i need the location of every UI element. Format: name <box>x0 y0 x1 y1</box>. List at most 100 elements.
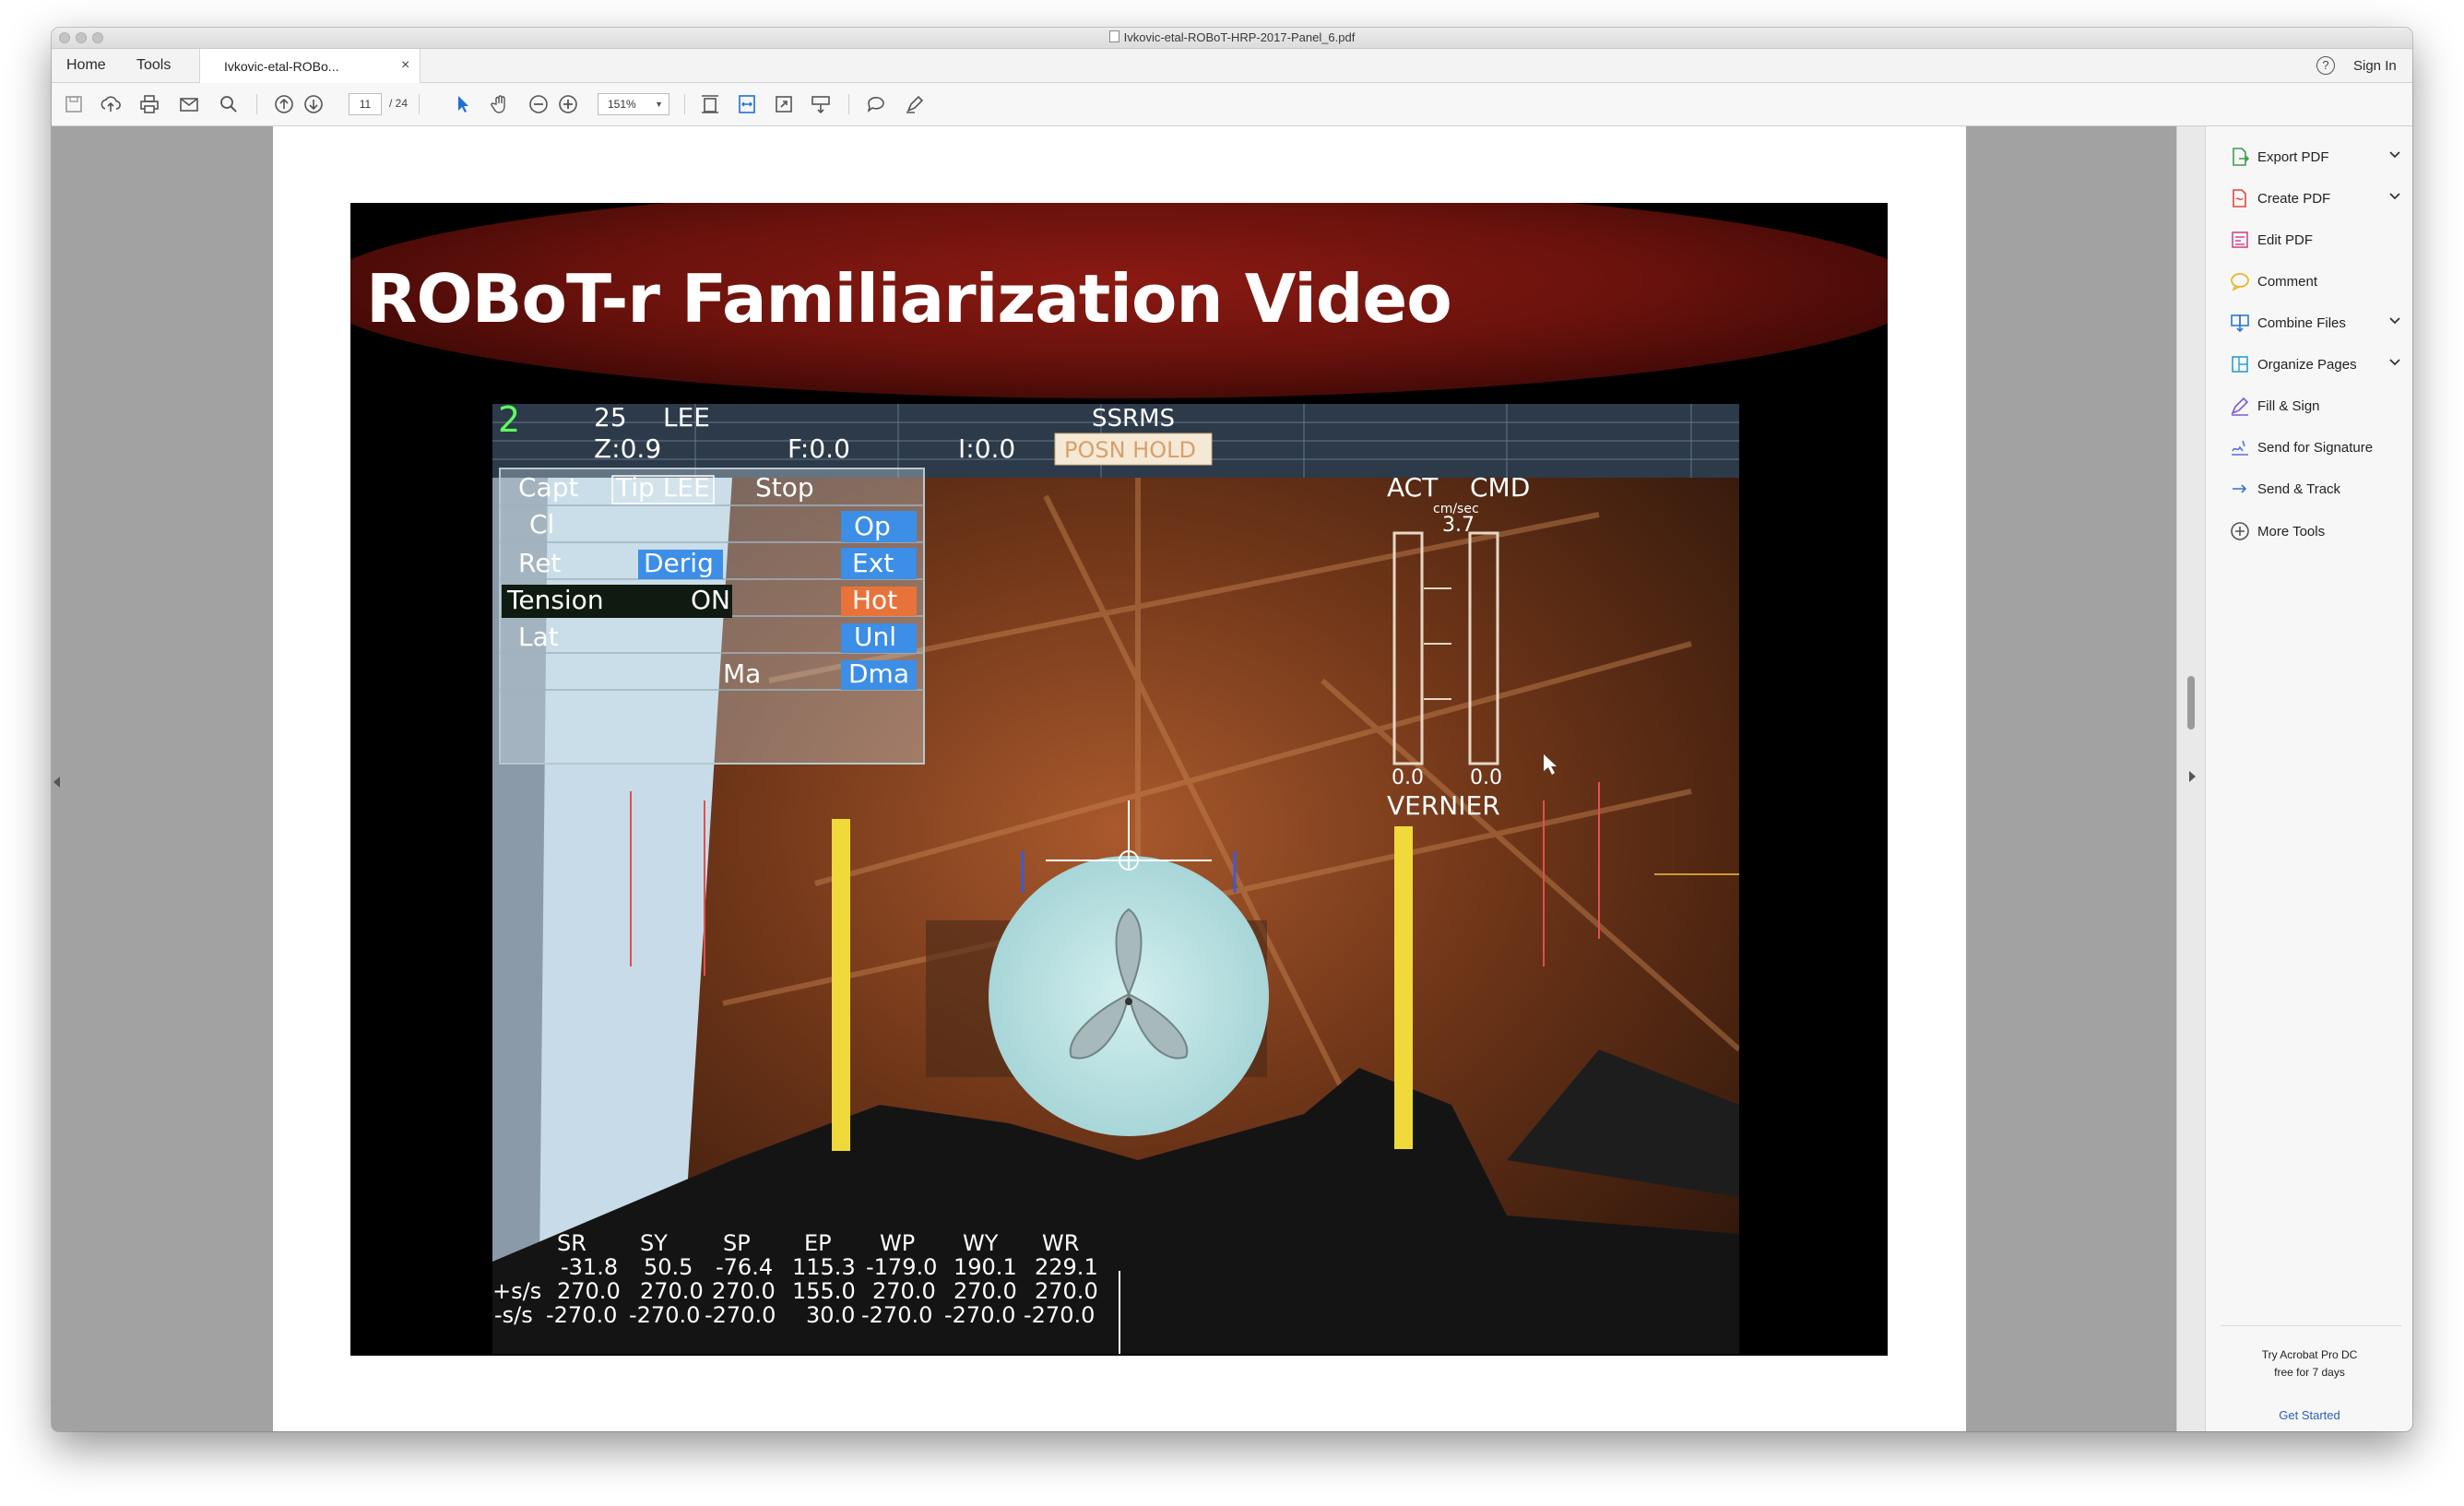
scrollbar-thumb[interactable] <box>2187 676 2195 729</box>
joint-value: -270.0 <box>944 1302 1015 1328</box>
joint-value: 115.3 <box>792 1254 856 1280</box>
joint-value: 229.1 <box>1035 1254 1098 1280</box>
menu-bar: Home Tools Ivkovic-etal-ROBo... × ? Sign… <box>52 49 2412 83</box>
hud-op: Op <box>854 511 891 541</box>
joint-value: -270.0 <box>1024 1302 1095 1328</box>
tool-label: Combine Files <box>2257 315 2346 331</box>
acrobat-window: Ivkovic-etal-ROBoT-HRP-2017-Panel_6.pdf … <box>52 28 2412 1431</box>
page-number-input[interactable]: 11 <box>349 93 382 115</box>
tool-label: Create PDF <box>2257 191 2331 207</box>
tool-more-tools[interactable]: More Tools <box>2206 514 2412 551</box>
toolbar-separator <box>256 94 257 114</box>
hud-mode-vernier: VERNIER <box>1387 790 1500 821</box>
joint-header: EP <box>804 1230 832 1256</box>
tool-label: More Tools <box>2257 524 2326 540</box>
joint-value: 50.5 <box>644 1254 693 1280</box>
search-icon[interactable] <box>218 93 240 115</box>
chevron-down-icon[interactable] <box>2388 356 2401 369</box>
joint-header: SR <box>557 1230 586 1256</box>
joint-header: WY <box>963 1230 999 1256</box>
zoom-in-icon[interactable] <box>557 93 579 115</box>
hud-cmd-label: CMD <box>1470 472 1530 503</box>
joint-row-label: -s/s <box>494 1302 533 1328</box>
hud-mode-title: SSRMS <box>1092 405 1175 433</box>
email-icon[interactable] <box>178 93 200 115</box>
hud-dma: Dma <box>848 658 909 689</box>
hud-tip-lee: Tip LEE <box>615 472 710 503</box>
tool-label: Edit PDF <box>2257 232 2314 248</box>
chevron-down-icon[interactable] <box>2388 148 2401 161</box>
print-icon[interactable] <box>138 93 160 115</box>
organize-pages-icon <box>2232 356 2248 373</box>
scroll-mode-icon[interactable] <box>810 93 832 115</box>
joint-value: 270.0 <box>954 1278 1017 1304</box>
slide-title: ROBoT-r Familiarization Video <box>366 260 1452 338</box>
window-title-text: Ivkovic-etal-ROBoT-HRP-2017-Panel_6.pdf <box>1123 30 1356 44</box>
toolbar-separator <box>419 94 420 114</box>
help-icon[interactable]: ? <box>2316 56 2335 75</box>
zoom-level-value: 151% <box>608 98 636 111</box>
toolbar-separator <box>848 94 849 114</box>
full-screen-icon[interactable] <box>773 93 795 115</box>
joint-value: -179.0 <box>866 1254 937 1280</box>
joint-header: SP <box>723 1230 751 1256</box>
toolbar: 11 / 24 151% ▼ <box>52 83 2412 126</box>
tools-tab[interactable]: Tools <box>136 57 171 74</box>
tool-organize-pages[interactable]: Organize Pages <box>2206 347 2412 384</box>
combine-files-icon <box>2231 314 2249 333</box>
export-pdf-icon <box>2233 148 2250 166</box>
document-viewer[interactable]: ROBoT-r Familiarization Video 2 25 LEE Z… <box>52 126 2176 1431</box>
tool-send-track[interactable]: Send & Track <box>2206 471 2412 508</box>
tools-pane-toggle-icon[interactable] <box>2189 771 2196 782</box>
upload-cloud-icon[interactable] <box>100 93 122 115</box>
hud-top-a: 25 <box>594 404 627 433</box>
hud-left-rail <box>832 819 850 1151</box>
get-started-link[interactable]: Get Started <box>2206 1408 2412 1422</box>
select-cursor-icon[interactable] <box>452 93 474 115</box>
chevron-down-icon[interactable] <box>2388 314 2401 327</box>
tool-edit-pdf[interactable]: Edit PDF <box>2206 222 2412 259</box>
sign-in-link[interactable]: Sign In <box>2353 58 2397 74</box>
hand-tool-icon[interactable] <box>489 93 511 115</box>
fill-sign-icon <box>2231 397 2249 416</box>
joint-value: -270.0 <box>629 1302 700 1328</box>
left-panel-toggle-icon[interactable] <box>53 777 60 788</box>
hud-capt: Capt <box>518 472 578 503</box>
save-icon[interactable] <box>63 93 85 115</box>
joint-value: -31.8 <box>561 1254 618 1280</box>
home-tab[interactable]: Home <box>66 57 106 74</box>
joint-header: WP <box>880 1230 915 1256</box>
joint-value: 155.0 <box>792 1278 856 1304</box>
hud-stop: Stop <box>755 472 814 503</box>
hud-hot: Hot <box>852 585 897 615</box>
hud-cl: Cl <box>529 509 554 540</box>
video-frame[interactable]: 2 25 LEE Z:0.9 F:0.0 I:0.0 SSRMS POSN HO… <box>492 404 1739 1354</box>
tool-combine-files[interactable]: Combine Files <box>2206 305 2412 342</box>
fit-page-icon[interactable] <box>699 93 721 115</box>
comment-bubble-icon[interactable] <box>865 93 887 115</box>
zoom-level-select[interactable]: 151% ▼ <box>598 93 669 115</box>
next-page-icon[interactable] <box>302 93 325 115</box>
tool-comment[interactable]: Comment <box>2206 264 2412 301</box>
fit-width-icon[interactable] <box>736 93 758 115</box>
highlight-pen-icon[interactable] <box>904 93 926 115</box>
previous-page-icon[interactable] <box>273 93 295 115</box>
pdf-page: ROBoT-r Familiarization Video 2 25 LEE Z… <box>273 126 1966 1431</box>
tool-export-pdf[interactable]: Export PDF <box>2206 139 2412 176</box>
hud-mode-status: POSN HOLD <box>1064 437 1196 463</box>
hud-f-readout: F:0.0 <box>788 433 850 464</box>
hud-on: ON <box>691 585 730 615</box>
zoom-out-icon[interactable] <box>527 93 550 115</box>
tool-create-pdf[interactable]: Create PDF <box>2206 181 2412 218</box>
tool-send-for-signature[interactable]: Send for Signature <box>2206 430 2412 467</box>
chevron-down-icon[interactable] <box>2388 190 2401 203</box>
joint-value: 270.0 <box>872 1278 936 1304</box>
tool-fill-sign[interactable]: Fill & Sign <box>2206 388 2412 425</box>
document-tab[interactable]: Ivkovic-etal-ROBo... × <box>199 49 421 83</box>
tool-label: Send for Signature <box>2257 440 2374 456</box>
tool-label: Comment <box>2257 274 2318 290</box>
close-tab-icon[interactable]: × <box>401 57 409 74</box>
document-icon <box>1108 30 1119 42</box>
create-pdf-icon <box>2233 189 2246 208</box>
hud-i-readout: I:0.0 <box>958 433 1015 464</box>
